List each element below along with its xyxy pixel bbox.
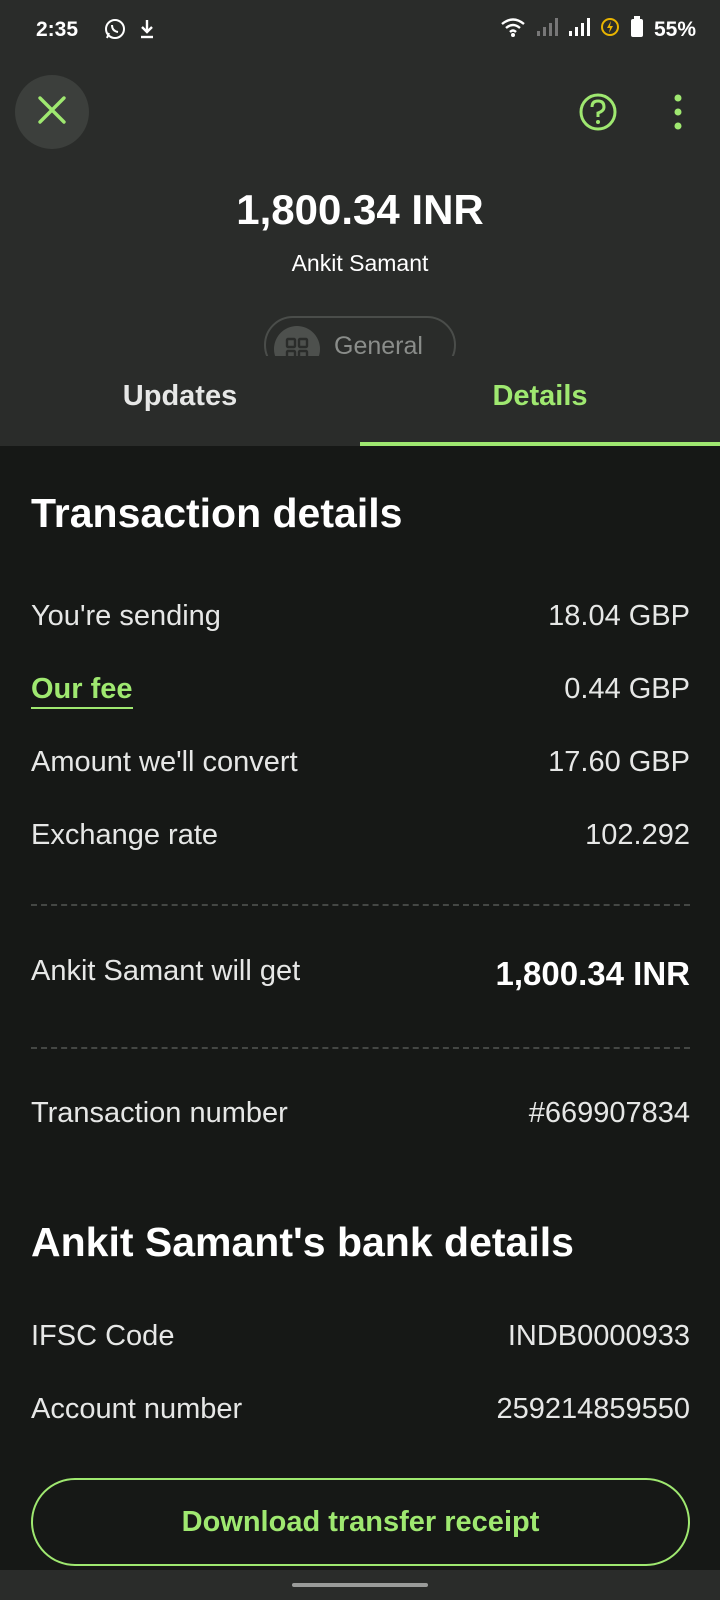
close-button[interactable] [15,75,89,149]
status-bar: 2:35 55% [0,0,720,60]
tab-updates[interactable]: Updates [0,380,360,413]
bank-label: IFSC Code [31,1320,175,1352]
bank-value: INDB0000933 [507,1320,690,1352]
bank-details-title: Ankit Samant's bank details [31,1219,574,1265]
status-time: 2:35 [36,18,79,41]
detail-value: 102.292 [585,819,690,851]
transaction-number-value: #669907834 [528,1097,690,1129]
wifi-icon [500,16,526,43]
whatsapp-icon [104,18,126,45]
receive-label: Ankit Samant will get [31,955,301,987]
transaction-details-title: Transaction details [31,490,403,536]
tab-details[interactable]: Details [360,380,720,413]
download-icon [138,18,156,45]
close-icon [37,95,67,130]
receive-row: Ankit Samant will get 1,800.34 INR [31,955,690,995]
battery-saver-icon [600,17,620,42]
signal-icon [568,17,590,42]
detail-row: Exchange rate 102.292 [31,819,690,859]
download-receipt-button[interactable]: Download transfer receipt [31,1478,690,1566]
detail-value: 18.04 GBP [548,600,690,632]
recipient-name: Ankit Samant [291,250,429,276]
detail-row: Amount we'll convert 17.60 GBP [31,746,690,786]
home-gesture-handle[interactable] [292,1583,428,1587]
detail-row: Our fee 0.44 GBP [31,673,690,713]
more-vert-icon [666,94,690,136]
bank-row: Account number 259214859550 [31,1393,690,1433]
active-tab-indicator [360,442,720,446]
divider [31,1047,690,1049]
help-button[interactable] [578,92,618,132]
bank-row: IFSC Code INDB0000933 [31,1320,690,1360]
detail-value: 0.44 GBP [564,673,690,705]
detail-label: Exchange rate [31,819,219,851]
battery-percent: 55% [653,17,696,41]
help-icon [578,93,618,136]
transfer-amount: 1,800.34 INR [236,186,484,233]
bank-value: 259214859550 [496,1393,690,1425]
detail-row: You're sending 18.04 GBP [31,600,690,640]
transaction-number-row: Transaction number #669907834 [31,1097,690,1137]
bank-label: Account number [31,1393,243,1425]
more-options-button[interactable] [666,92,690,132]
detail-label: Amount we'll convert [31,746,298,778]
detail-label: You're sending [31,600,221,632]
divider [31,904,690,906]
our-fee-link[interactable]: Our fee [31,673,133,709]
receive-value: 1,800.34 INR [495,955,690,992]
transaction-number-label: Transaction number [31,1097,288,1129]
detail-value: 17.60 GBP [548,746,690,778]
battery-icon [630,16,644,43]
signal-icon [536,17,558,42]
